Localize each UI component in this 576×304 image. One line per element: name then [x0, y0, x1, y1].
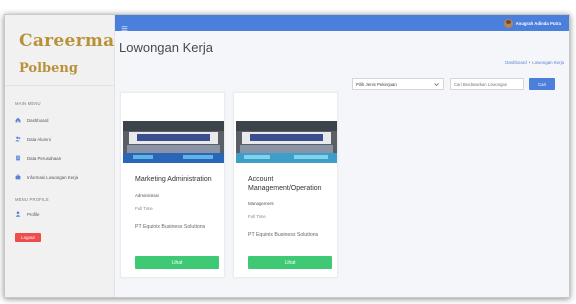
sidebar-item-label: Dashboard [27, 117, 49, 123]
job-category-select[interactable]: Pilih Jenis Pekerjaan [352, 78, 444, 90]
top-navbar: Anugrah Adinda Putra [115, 15, 569, 31]
job-category: Management [248, 201, 274, 206]
search-input[interactable] [450, 78, 524, 90]
brand-logo[interactable]: Careerma Polbeng [19, 31, 115, 77]
job-card: Account Management/Operation Management … [233, 92, 338, 278]
job-category: Administrasi [135, 193, 159, 198]
user-icon [15, 211, 21, 217]
sidebar-item-informasi-lowongan[interactable]: Informasi Lowongan Kerja [15, 172, 78, 182]
breadcrumb-separator: • [528, 60, 531, 65]
job-type: Full Time [135, 206, 153, 211]
avatar [503, 18, 513, 28]
sidebar-item-label: Informasi Lowongan Kerja [27, 174, 79, 180]
main-menu-heading: MAIN MENU [15, 101, 41, 106]
sidebar-item-data-alumni[interactable]: Data Alumni [15, 134, 51, 144]
logout-button[interactable]: Logout [15, 233, 41, 242]
menu-toggle-icon[interactable] [121, 19, 128, 31]
breadcrumb: Dashboard • Lowongan Kerja [505, 60, 564, 65]
job-company: PT Equinix Business Solutions [248, 232, 319, 238]
sidebar-item-label: Profile [27, 211, 40, 217]
job-banner-image [236, 121, 337, 163]
building-icon [15, 155, 21, 161]
job-category-value: Pilih Jenis Pekerjaan [356, 81, 397, 87]
user-menu[interactable]: Anugrah Adinda Putra [503, 18, 561, 28]
job-type: Full Time [248, 214, 266, 219]
job-company: PT Equinix Business Solutions [135, 224, 206, 230]
brand-name: Careerma [19, 31, 115, 51]
user-name: Anugrah Adinda Putra [515, 20, 561, 26]
sidebar-divider [5, 85, 115, 86]
briefcase-icon [15, 174, 21, 180]
home-icon [15, 117, 21, 123]
breadcrumb-dashboard[interactable]: Dashboard [505, 60, 526, 65]
job-card: Marketing Administration Administrasi Fu… [120, 92, 225, 278]
job-banner-image [123, 121, 224, 163]
users-icon [15, 136, 21, 142]
sidebar-item-dashboard[interactable]: Dashboard [15, 115, 48, 125]
chevron-down-icon [434, 82, 439, 87]
view-job-button[interactable]: Lihat [248, 256, 332, 269]
sidebar: Careerma Polbeng MAIN MENU Dashboard Dat… [5, 15, 115, 297]
sidebar-item-profile[interactable]: Profile [15, 209, 39, 219]
search-button[interactable]: Cari [529, 78, 555, 90]
breadcrumb-current: Lowongan Kerja [532, 60, 564, 65]
sidebar-item-data-perusahaan[interactable]: Data Perusahaan [15, 153, 61, 163]
page-title: Lowongan Kerja [119, 40, 213, 55]
job-title: Marketing Administration [135, 176, 212, 183]
profile-menu-heading: MENU PROFILE [15, 197, 49, 202]
brand-subname: Polbeng [19, 61, 78, 76]
sidebar-item-label: Data Alumni [27, 136, 51, 142]
sidebar-item-label: Data Perusahaan [27, 155, 62, 161]
view-job-button[interactable]: Lihat [135, 256, 219, 269]
job-title: Account Management/Operation [248, 176, 322, 192]
